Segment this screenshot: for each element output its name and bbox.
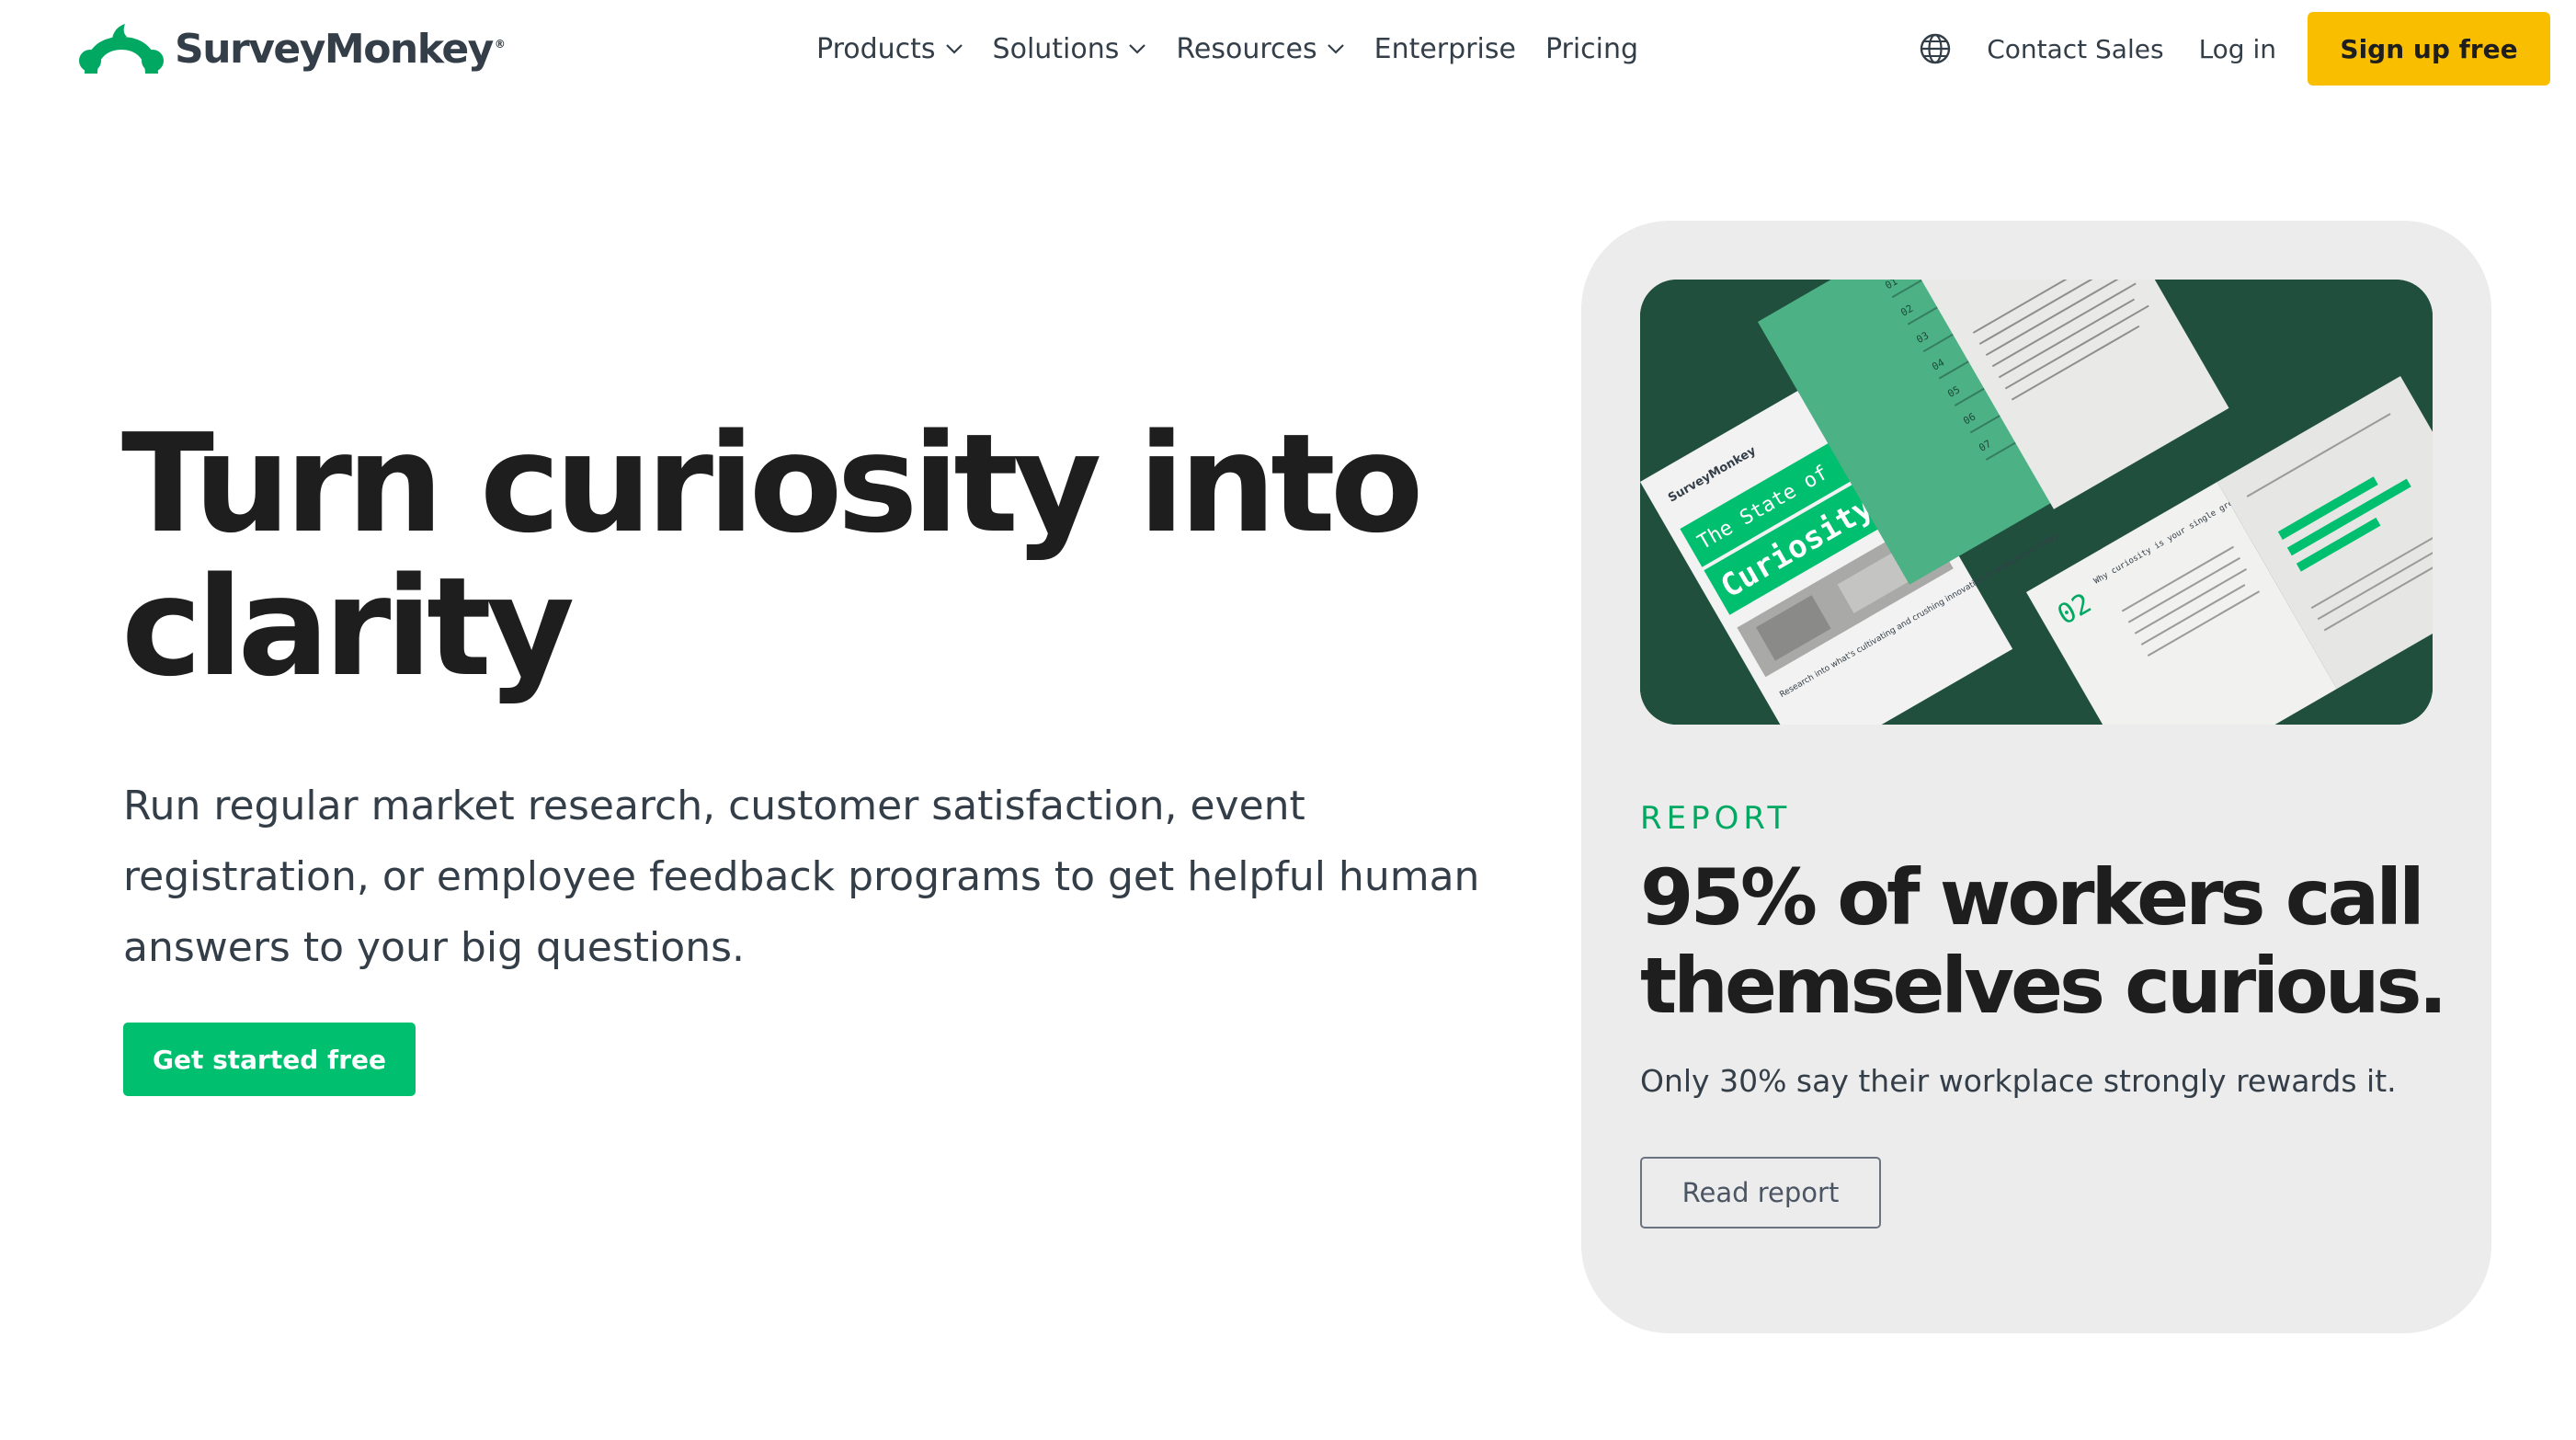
get-started-free-button[interactable]: Get started free (123, 1023, 416, 1096)
sign-up-free-button[interactable]: Sign up free (2308, 12, 2550, 86)
nav-enterprise[interactable]: Enterprise (1374, 33, 1516, 65)
hero-title-line-1: Turn curiosity into (121, 405, 1424, 563)
contact-sales-link[interactable]: Contact Sales (1987, 34, 2163, 64)
report-eyebrow: REPORT (1640, 800, 1792, 837)
report-title: 95% of workers call themselves curious. (1640, 853, 2468, 1030)
surveymonkey-logo[interactable]: SurveyMonkey ® (77, 17, 506, 81)
login-link[interactable]: Log in (2199, 34, 2276, 64)
hero-subtitle: Run regular market research, customer sa… (123, 771, 1484, 983)
nav-enterprise-label: Enterprise (1373, 32, 1516, 65)
nav-resources[interactable]: Resources (1176, 33, 1344, 65)
report-title-line-1: 95% of workers call (1640, 852, 2425, 943)
report-illustration: SurveyMonkey The State of Curiosity 20 2… (1640, 280, 2433, 725)
globe-icon[interactable] (1919, 32, 1952, 65)
hero-title: Turn curiosity into clarity (121, 412, 1500, 699)
report-title-line-2: themselves curious. (1640, 941, 2447, 1031)
nav-solutions-label: Solutions (992, 32, 1120, 65)
chevron-down-icon (945, 44, 963, 54)
nav-pricing-label: Pricing (1544, 32, 1639, 65)
nav-pricing[interactable]: Pricing (1545, 33, 1638, 65)
hero-subtitle-line-3: answers to your big questions. (123, 924, 745, 971)
logo-wordmark: SurveyMonkey ® (175, 25, 506, 73)
nav-products-label: Products (816, 32, 936, 65)
chevron-down-icon (1327, 44, 1344, 54)
nav-resources-label: Resources (1176, 32, 1317, 65)
monkey-logo-icon (79, 24, 164, 74)
report-description: Only 30% say their workplace strongly re… (1640, 1063, 2397, 1099)
main-nav: Products Solutions Resources Enterprise … (816, 24, 1638, 74)
nav-solutions[interactable]: Solutions (993, 33, 1147, 65)
hero-subtitle-line-2: registration, or employee feedback progr… (123, 853, 1480, 900)
header-actions: Contact Sales Log in Sign up free (1919, 11, 2550, 86)
report-card: SurveyMonkey The State of Curiosity 20 2… (1581, 221, 2491, 1333)
site-header: SurveyMonkey ® Products Solutions Resourc… (0, 0, 2576, 97)
report-cover-image: SurveyMonkey The State of Curiosity 20 2… (1640, 280, 2433, 725)
read-report-button[interactable]: Read report (1640, 1157, 1881, 1229)
hero-subtitle-line-1: Run regular market research, customer sa… (123, 783, 1305, 829)
chevron-down-icon (1129, 44, 1146, 54)
registered-mark: ® (494, 37, 506, 51)
hero-title-line-2: clarity (121, 548, 575, 706)
nav-products[interactable]: Products (816, 33, 963, 65)
